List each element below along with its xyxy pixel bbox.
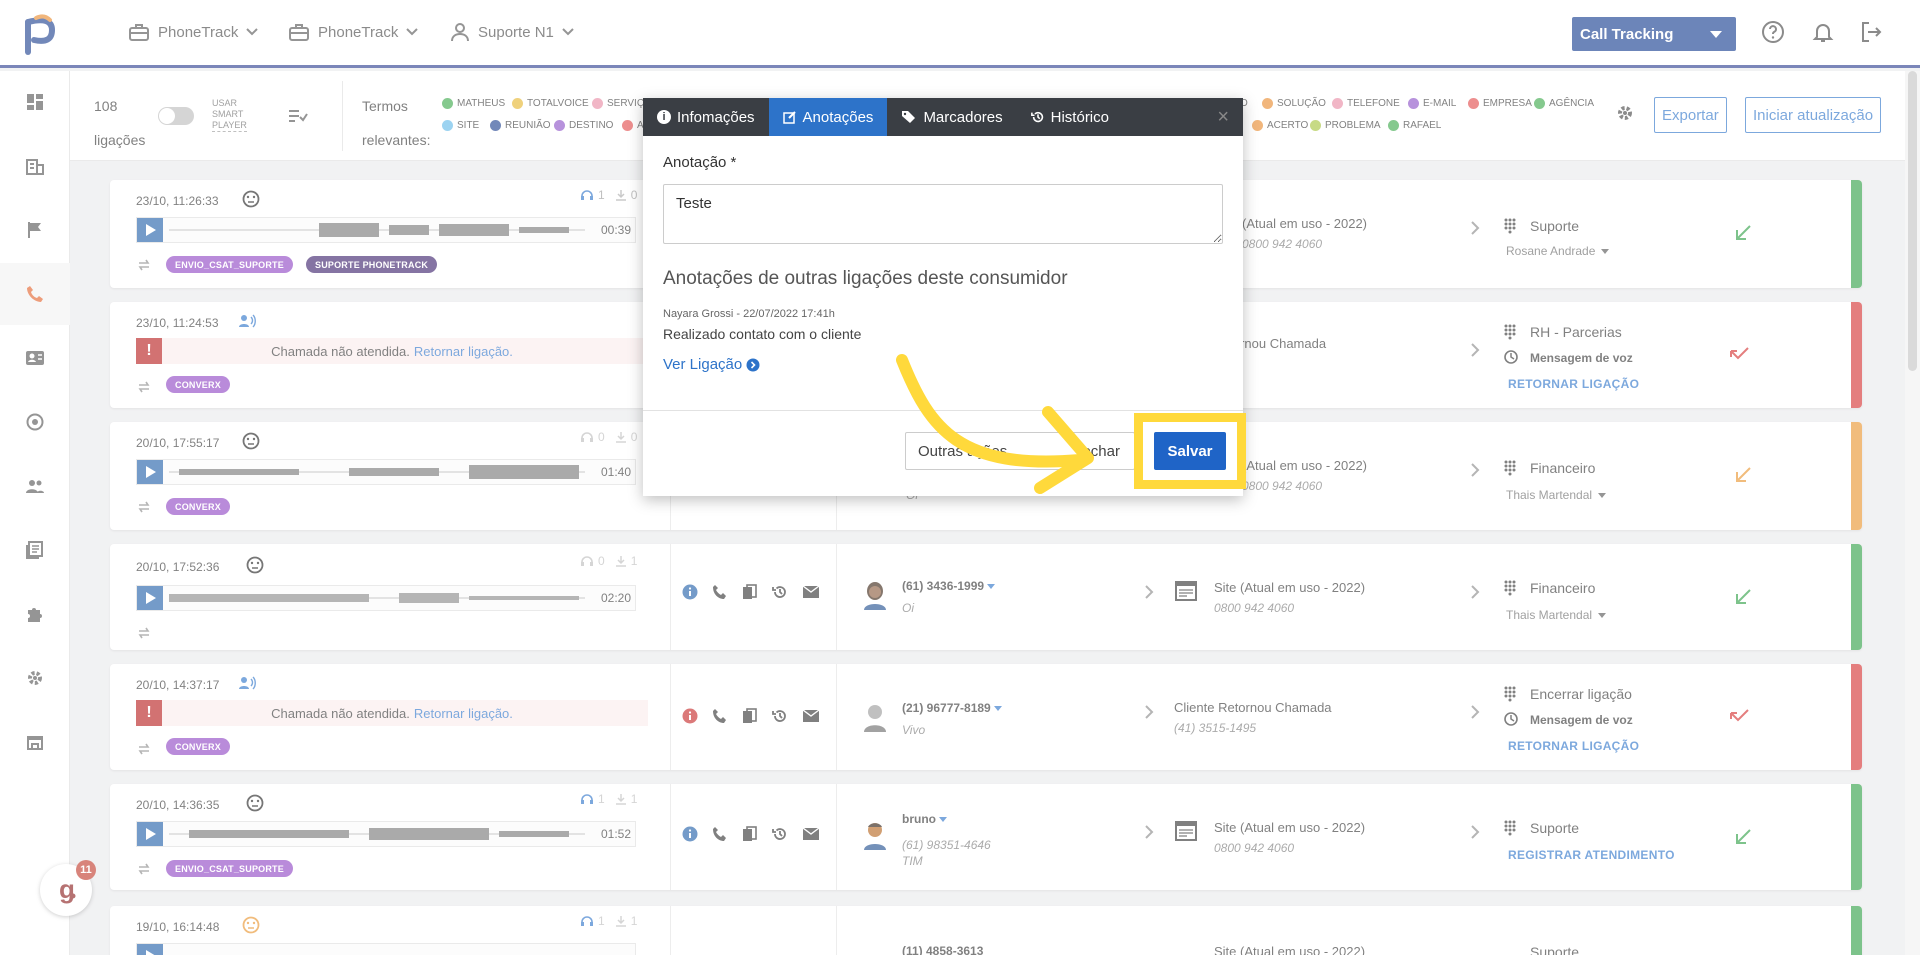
annotation-label: Anotação * — [663, 154, 737, 171]
tags-icon — [902, 111, 916, 123]
view-call-link[interactable]: Ver Ligação — [663, 356, 760, 373]
tab-label: Anotações — [802, 108, 874, 126]
annotation-text: Realizado contato com o cliente — [663, 326, 862, 342]
chevron-circle-right-icon — [746, 358, 760, 371]
close-icon[interactable]: × — [1217, 106, 1229, 129]
tab-historico[interactable]: Histórico — [1017, 98, 1123, 136]
history-icon — [1030, 111, 1043, 123]
save-button[interactable]: Salvar — [1154, 432, 1226, 470]
other-actions-label: Outras ações — [918, 442, 1008, 460]
annotation-textarea[interactable] — [663, 184, 1223, 244]
tab-label: Infomações — [677, 108, 755, 126]
tab-marcadores[interactable]: Marcadores — [887, 98, 1016, 136]
other-annotations-heading: Anotações de outras ligações deste consu… — [663, 268, 1068, 289]
tab-informacoes[interactable]: i Infomações — [643, 98, 769, 136]
info-icon: i — [657, 110, 671, 124]
tab-anotacoes[interactable]: Anotações — [768, 98, 888, 136]
other-actions-button[interactable]: Outras ações echar — [905, 432, 1135, 470]
view-call-label: Ver Ligação — [663, 356, 743, 373]
tab-label: Marcadores — [923, 108, 1003, 126]
edit-icon — [782, 111, 796, 124]
tab-label: Histórico — [1050, 108, 1109, 126]
modal-footer-divider — [643, 410, 1243, 411]
page: PhoneTrack PhoneTrack Suporte N1 Call Tr… — [0, 0, 1920, 955]
close-button-label: echar — [1082, 442, 1120, 460]
annotation-author: Nayara Grossi - 22/07/2022 17:41h — [663, 308, 835, 320]
modal-tabs: i Infomações Anotações Marcadores Históri… — [643, 98, 1243, 136]
